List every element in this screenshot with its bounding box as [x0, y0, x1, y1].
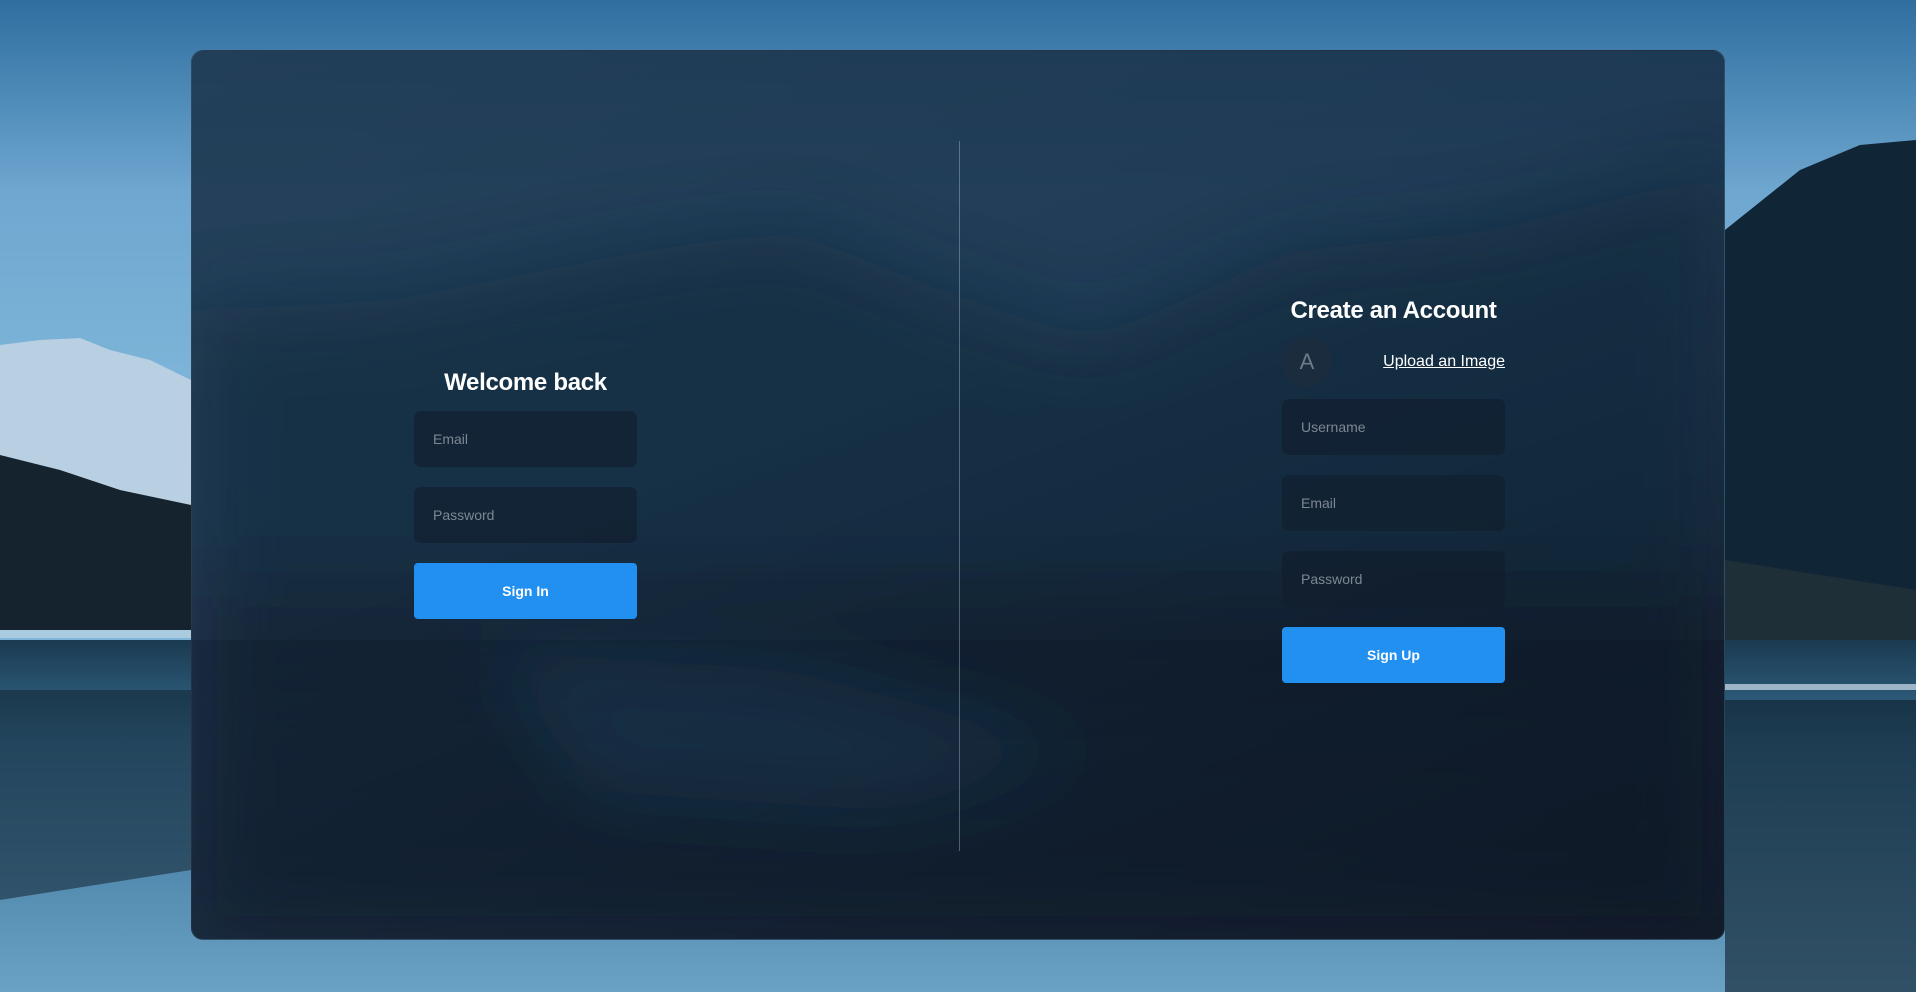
avatar: A — [1282, 337, 1332, 387]
signup-email-field[interactable] — [1282, 475, 1505, 531]
sign-up-button[interactable]: Sign Up — [1282, 627, 1505, 683]
upload-image-link[interactable]: Upload an Image — [1383, 353, 1505, 371]
signup-panel: Create an Account A Upload an Image Sign… — [1282, 291, 1505, 683]
signup-password-field[interactable] — [1282, 551, 1505, 607]
sign-in-button[interactable]: Sign In — [414, 563, 637, 619]
signup-title: Create an Account — [1290, 297, 1497, 324]
signin-email-field[interactable] — [414, 411, 637, 467]
panel-divider — [959, 141, 960, 851]
signup-username-field[interactable] — [1282, 399, 1505, 455]
auth-card: Welcome back Sign In Create an Account A… — [191, 50, 1725, 940]
avatar-upload-row: A Upload an Image — [1282, 337, 1505, 387]
signin-password-field[interactable] — [414, 487, 637, 543]
signin-title: Welcome back — [444, 369, 607, 396]
signin-panel: Welcome back Sign In — [414, 363, 637, 619]
